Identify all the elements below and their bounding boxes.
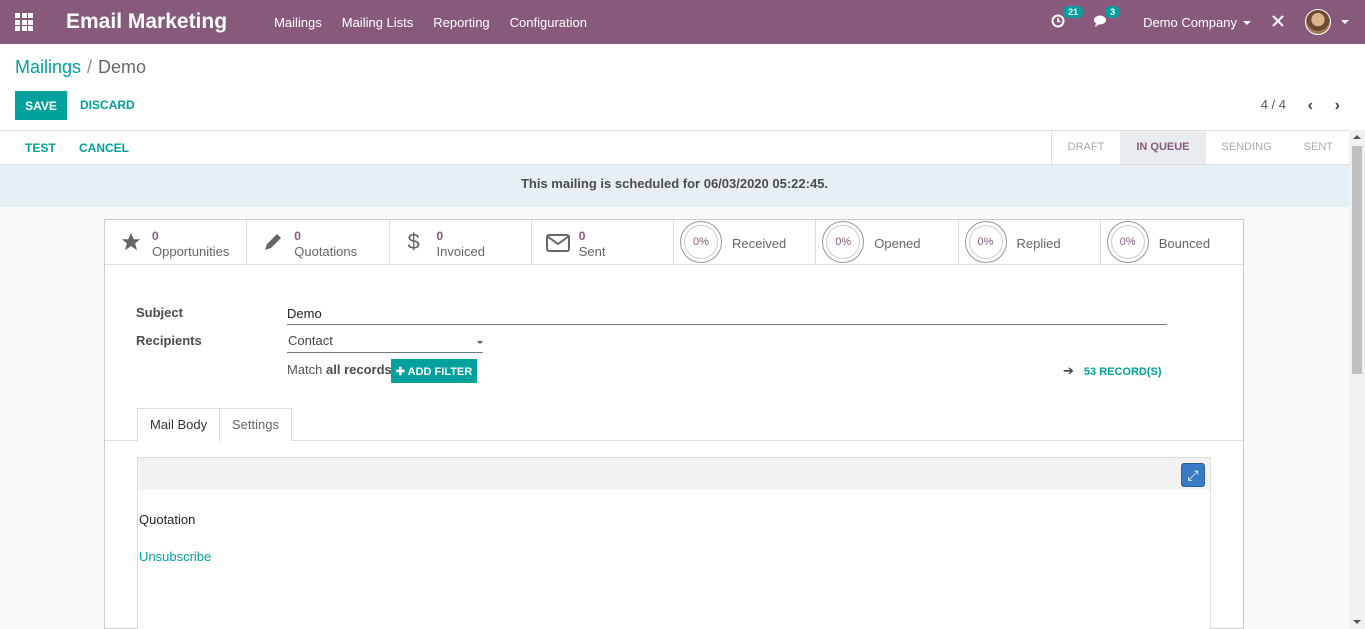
activity-badge: 21 [1063,5,1084,18]
stat-count: 0 [578,229,586,243]
recipients-label: Recipients [136,333,202,348]
schedule-alert: This mailing is scheduled for 06/03/2020… [0,165,1349,207]
star-icon [121,232,141,251]
stat-invoiced[interactable]: $ 0 Invoiced [390,220,532,264]
editor-toolbar: ⤢ [138,458,1210,490]
top-navbar: Email Marketing Mailings Mailing Lists R… [0,0,1365,44]
recipients-value: Contact [288,333,333,348]
breadcrumb: Mailings / Demo [15,57,146,78]
scroll-up-icon[interactable] [1353,135,1361,139]
stat-count: 0 [436,229,444,243]
breadcrumb-separator: / [87,57,93,77]
stat-label: Opportunities [152,244,230,259]
rate-gauge: 0% [822,221,865,263]
tools-icon [1272,14,1284,27]
match-text: Match all records [287,362,392,377]
plus-icon: ✚ [395,365,408,378]
stat-button-box: 0 Opportunities 0 Quotations $ 0 Invoice… [105,220,1243,265]
systray: 21 3 Demo Company [1051,0,1365,44]
menu-mailings[interactable]: Mailings [274,15,322,30]
rate-label: Opened [874,236,921,251]
stage-sent[interactable]: SENT [1288,131,1349,164]
stat-replied[interactable]: 0% Replied [959,220,1101,264]
stat-bounced[interactable]: 0% Bounced [1101,220,1243,264]
stage-in-queue[interactable]: IN QUEUE [1120,131,1206,164]
stat-label: Invoiced [436,244,485,259]
pencil-icon [265,234,282,250]
stat-quotations[interactable]: 0 Quotations [247,220,390,264]
form-sheet: 0 Opportunities 0 Quotations $ 0 Invoice… [104,219,1244,629]
debug-button[interactable] [1271,14,1285,31]
expand-icon[interactable]: ⤢ [1181,463,1205,487]
messages-badge: 3 [1105,5,1121,18]
breadcrumb-parent[interactable]: Mailings [15,57,81,77]
rate-gauge: 0% [1106,221,1149,263]
add-filter-button[interactable]: ✚ ADD FILTER [391,359,477,383]
breadcrumb-current: Demo [98,57,147,77]
statusbar: TEST CANCEL DRAFT IN QUEUE SENDING SENT [0,130,1349,165]
test-button[interactable]: TEST [25,141,56,155]
add-filter-label: ADD FILTER [407,365,473,378]
stat-opened[interactable]: 0% Opened [816,220,959,264]
tab-mail-body[interactable]: Mail Body [137,408,221,442]
records-count: 53 RECORD(S) [1083,366,1162,378]
scrollbar[interactable] [1349,130,1365,629]
scroll-down-icon[interactable] [1353,620,1361,624]
chevron-left-icon[interactable]: ‹ [1308,97,1313,115]
apps-menu-icon[interactable] [15,13,33,31]
menu-configuration[interactable]: Configuration [510,15,587,30]
rate-label: Bounced [1158,236,1211,251]
main-menu: Mailings Mailing Lists Reporting Configu… [274,15,607,30]
messages-button[interactable]: 3 [1093,5,1121,31]
unsubscribe-link[interactable]: Unsubscribe [139,549,211,564]
stat-received[interactable]: 0% Received [674,220,817,264]
stat-sent[interactable]: 0 Sent [532,220,674,264]
stage-pipeline: DRAFT IN QUEUE SENDING SENT [1050,131,1349,164]
scroll-thumb[interactable] [1352,146,1362,374]
stat-opportunities[interactable]: 0 Opportunities [105,220,248,264]
rate-gauge: 0% [680,221,722,263]
mail-body-editor[interactable]: ⤢ Quotation Unsubscribe [137,457,1211,629]
pager-value[interactable]: 4 / 4 [1261,97,1286,112]
discard-button[interactable]: DISCARD [80,91,135,120]
company-switcher[interactable]: Demo Company [1143,15,1251,30]
rate-gauge: 0% [964,221,1007,263]
form-tabs: Mail Body Settings [105,408,1243,442]
records-link[interactable]: ➔ 53 RECORD(S) [1063,363,1162,379]
avatar[interactable] [1305,9,1331,35]
chevron-down-icon [477,341,483,344]
arrow-right-icon: ➔ [1063,363,1074,378]
dollar-icon: $ [407,229,420,254]
body-text[interactable]: Quotation [139,512,195,527]
activity-button[interactable]: 21 [1051,5,1084,31]
chevron-right-icon[interactable]: › [1335,97,1340,115]
cancel-button[interactable]: CANCEL [79,141,129,155]
stat-count: 0 [152,229,159,243]
stat-label: Sent [578,244,606,259]
match-prefix: Match [287,362,323,377]
stage-draft[interactable]: DRAFT [1052,131,1121,164]
subject-label: Subject [136,305,183,320]
app-title[interactable]: Email Marketing [66,10,227,34]
user-menu-caret-icon[interactable] [1341,20,1349,24]
menu-mailing-lists[interactable]: Mailing Lists [342,15,414,30]
company-name: Demo Company [1143,14,1237,30]
envelope-icon [545,234,570,252]
rate-label: Received [732,236,787,251]
clock-icon [1051,14,1065,27]
stat-label: Quotations [294,244,358,259]
stat-count: 0 [294,229,301,243]
chevron-down-icon [1243,21,1251,26]
tab-settings[interactable]: Settings [219,408,292,441]
rate-label: Replied [1016,236,1061,251]
subject-input[interactable] [287,305,1167,325]
recipients-select[interactable]: Contact [287,333,483,353]
save-button[interactable]: SAVE [15,91,67,120]
stage-sending[interactable]: SENDING [1206,131,1288,164]
match-scope: all records [326,362,392,377]
menu-reporting[interactable]: Reporting [433,15,489,30]
